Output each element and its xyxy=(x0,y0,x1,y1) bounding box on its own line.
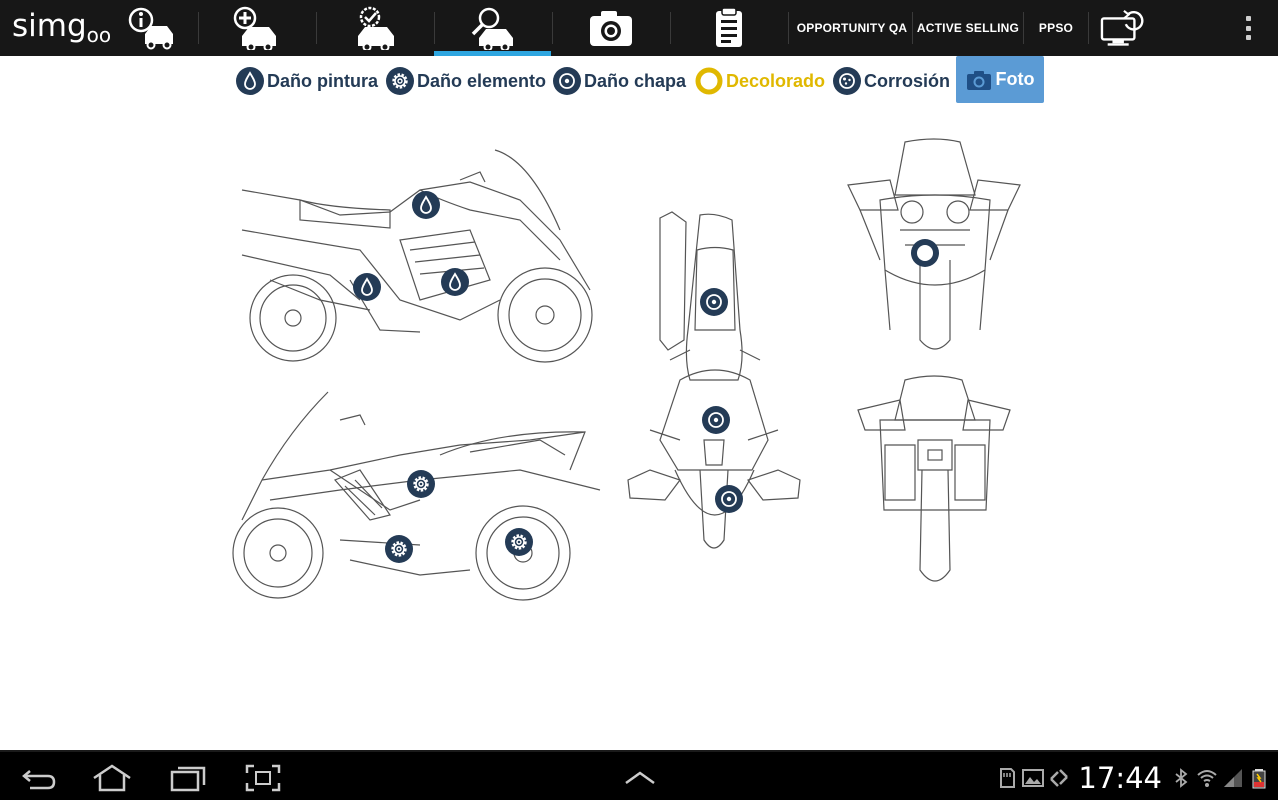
signal-icon xyxy=(1222,767,1244,789)
camera-icon xyxy=(589,11,632,46)
legend-element-damage[interactable]: Daño elemento xyxy=(386,64,546,98)
usb-sync-icon xyxy=(1048,767,1070,789)
logo-text: simg xyxy=(12,8,87,44)
gear-icon xyxy=(386,67,414,95)
bike-rear-view xyxy=(857,375,1011,582)
motorcycle-diagram xyxy=(232,138,1021,601)
marker-paint-damage[interactable] xyxy=(352,272,382,302)
gallery-icon xyxy=(1022,767,1045,789)
bluetooth-icon xyxy=(1170,767,1192,789)
tab-verified-vehicle[interactable] xyxy=(317,0,434,56)
bike-top-view xyxy=(627,211,801,549)
tab-report[interactable] xyxy=(670,0,787,56)
paint-drop-icon xyxy=(236,67,264,95)
add-car-icon xyxy=(233,6,276,50)
menu-ppso[interactable]: PPSO xyxy=(1028,0,1084,56)
toolbar-divider xyxy=(788,12,789,44)
system-navigation-bar: 17:44 xyxy=(0,750,1278,800)
dent-target-icon xyxy=(553,67,581,95)
clipboard-icon xyxy=(715,7,742,47)
toolbar-divider xyxy=(1023,12,1024,44)
check-car-icon xyxy=(357,6,394,50)
tab-add-vehicle[interactable] xyxy=(199,0,316,56)
photo-button-label: Foto xyxy=(995,69,1035,89)
chevron-up-icon xyxy=(625,771,655,785)
ring-icon xyxy=(695,67,723,95)
marker-element-damage[interactable] xyxy=(383,533,415,565)
tab-camera[interactable] xyxy=(552,0,669,56)
toolbar-divider xyxy=(912,12,913,44)
legend-discolored[interactable]: Decolorado xyxy=(695,64,825,98)
marker-paint-damage[interactable] xyxy=(411,190,441,220)
legend-sheet-damage-label: Daño chapa xyxy=(584,70,687,91)
recent-apps-button[interactable] xyxy=(168,762,208,794)
home-button[interactable] xyxy=(92,762,132,794)
marker-sheet-damage[interactable] xyxy=(714,484,744,514)
legend-paint-damage[interactable]: Daño pintura xyxy=(236,64,378,98)
status-area[interactable]: 17:44 xyxy=(996,762,1270,794)
marker-sheet-damage[interactable] xyxy=(699,287,729,317)
tab-vehicle-info[interactable] xyxy=(105,0,197,56)
recent-apps-icon xyxy=(170,766,206,792)
legend-element-damage-label: Daño elemento xyxy=(417,70,547,91)
marker-element-damage[interactable] xyxy=(503,526,535,558)
sync-button[interactable] xyxy=(1092,0,1152,56)
bike-side-view-right xyxy=(241,149,593,363)
marker-paint-damage[interactable] xyxy=(440,267,470,297)
toolbar-divider xyxy=(1088,12,1089,44)
marker-element-damage[interactable] xyxy=(405,468,437,500)
menu-active-selling[interactable]: ACTIVE SELLING xyxy=(916,0,1020,56)
marker-sheet-damage[interactable] xyxy=(701,405,731,435)
tab-inspection[interactable] xyxy=(434,0,551,56)
screenshot-button[interactable] xyxy=(243,762,283,794)
camera-icon xyxy=(966,70,991,90)
app-drawer-button[interactable] xyxy=(620,762,660,794)
corrosion-icon xyxy=(833,67,861,95)
info-car-icon xyxy=(128,7,173,50)
inspect-car-icon xyxy=(471,7,513,50)
monitor-sync-icon xyxy=(1100,9,1144,46)
back-button[interactable] xyxy=(20,762,60,794)
legend-sheet-damage[interactable]: Daño chapa xyxy=(553,64,686,98)
legend-corrosion[interactable]: Corrosión xyxy=(833,64,950,98)
home-icon xyxy=(93,764,131,792)
overflow-menu-icon[interactable] xyxy=(1240,14,1256,42)
top-toolbar: simgoo OPPORTUNITY QA ACTIVE SELLING PPS… xyxy=(0,0,1278,56)
sd-card-icon xyxy=(996,767,1018,789)
menu-opportunity-qa[interactable]: OPPORTUNITY QA xyxy=(796,0,908,56)
app-logo: simgoo xyxy=(12,6,111,49)
wifi-icon xyxy=(1196,767,1218,789)
clock: 17:44 xyxy=(1078,761,1162,795)
marker-discolored[interactable] xyxy=(911,239,939,267)
back-icon xyxy=(22,770,56,790)
legend-paint-damage-label: Daño pintura xyxy=(267,70,378,91)
photo-button[interactable]: Foto xyxy=(956,56,1044,103)
screenshot-icon xyxy=(245,764,281,792)
battery-low-icon xyxy=(1248,767,1270,789)
legend-corrosion-label: Corrosión xyxy=(864,70,951,91)
legend-discolored-label: Decolorado xyxy=(726,70,826,91)
